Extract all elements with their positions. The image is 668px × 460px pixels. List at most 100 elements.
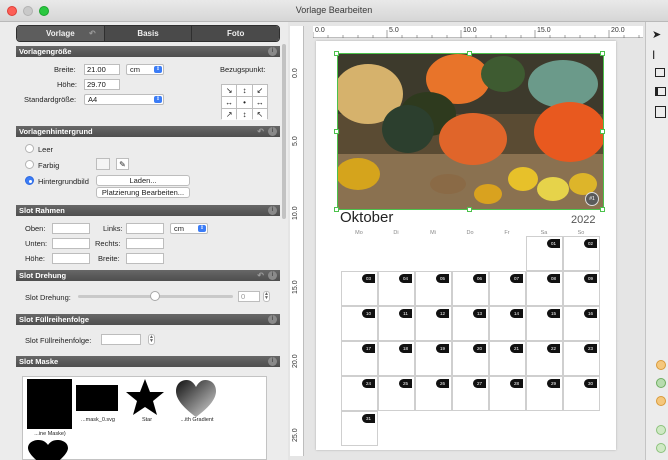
resize-handle[interactable] bbox=[600, 51, 605, 56]
calendar-day-cell[interactable]: 18 bbox=[378, 341, 415, 376]
undo-tool-icon[interactable] bbox=[656, 425, 666, 435]
fill-order-stepper[interactable]: ▲ ▼ bbox=[148, 334, 155, 345]
tab-basis[interactable]: Basis bbox=[104, 26, 193, 41]
resize-handle[interactable] bbox=[334, 51, 339, 56]
section-header-frame[interactable]: Slot Rahmen i bbox=[16, 205, 280, 216]
info-icon[interactable]: i bbox=[268, 271, 277, 280]
ref-center-icon[interactable]: • bbox=[237, 97, 252, 108]
width-field[interactable]: 21.00 bbox=[84, 64, 120, 75]
fill-order-field[interactable] bbox=[101, 334, 141, 345]
standard-size-select[interactable]: A4 ⇕ bbox=[84, 94, 164, 105]
resize-handle[interactable] bbox=[600, 207, 605, 212]
resize-handle[interactable] bbox=[334, 129, 339, 134]
frame-width-field[interactable] bbox=[126, 253, 164, 264]
calendar-day-cell[interactable]: 25 bbox=[378, 376, 415, 411]
ref-arrow-icon[interactable]: ↕ bbox=[237, 109, 252, 120]
frame-unit-select[interactable]: cm ⇕ bbox=[170, 223, 208, 234]
frame-top-field[interactable] bbox=[52, 223, 90, 234]
info-icon[interactable]: i bbox=[268, 127, 277, 136]
calendar-day-cell[interactable]: 08 bbox=[526, 271, 563, 306]
calendar-day-cell[interactable]: 09 bbox=[563, 271, 600, 306]
rectangle-tool-icon[interactable] bbox=[655, 68, 665, 77]
calendar-day-cell[interactable]: 28 bbox=[489, 376, 526, 411]
calendar-day-cell[interactable]: 17 bbox=[341, 341, 378, 376]
redo-tool-icon[interactable] bbox=[656, 443, 666, 453]
info-icon[interactable]: i bbox=[268, 315, 277, 324]
ref-arrow-icon[interactable]: ↘ bbox=[222, 85, 237, 96]
calendar-day-cell[interactable]: 15 bbox=[526, 306, 563, 341]
mask-thumb-rect[interactable] bbox=[76, 385, 118, 411]
info-icon[interactable]: i bbox=[268, 47, 277, 56]
columns-tool-icon[interactable] bbox=[655, 87, 666, 96]
resize-handle[interactable] bbox=[467, 51, 472, 56]
star-mask-icon[interactable] bbox=[125, 378, 165, 416]
calendar-day-cell[interactable]: 04 bbox=[378, 271, 415, 306]
calendar-day-cell[interactable]: 11 bbox=[378, 306, 415, 341]
zoom-out-icon[interactable] bbox=[656, 396, 666, 406]
photo-slot[interactable] bbox=[337, 53, 604, 210]
calendar-day-cell[interactable]: 05 bbox=[415, 271, 452, 306]
info-icon[interactable]: i bbox=[268, 206, 277, 215]
calendar-day-cell[interactable]: 23 bbox=[563, 341, 600, 376]
resize-handle[interactable] bbox=[467, 207, 472, 212]
calendar-day-cell[interactable]: 06 bbox=[452, 271, 489, 306]
text-tool-icon[interactable]: I bbox=[652, 48, 655, 62]
calendar-day-cell[interactable]: 29 bbox=[526, 376, 563, 411]
ref-arrow-icon[interactable]: ↔ bbox=[252, 97, 267, 108]
frame-right-field[interactable] bbox=[126, 238, 164, 249]
calendar-day-cell[interactable]: 27 bbox=[452, 376, 489, 411]
calendar-day-cell[interactable]: 22 bbox=[526, 341, 563, 376]
ref-arrow-icon[interactable]: ↔ bbox=[222, 97, 237, 108]
unit-select[interactable]: cm ⇕ bbox=[126, 64, 164, 75]
section-header-size[interactable]: Vorlagengröße i bbox=[16, 46, 280, 57]
info-icon[interactable]: i bbox=[268, 357, 277, 366]
color-swatch[interactable] bbox=[96, 158, 110, 170]
background-empty-radio[interactable] bbox=[25, 144, 34, 153]
background-color-radio[interactable] bbox=[25, 160, 34, 169]
section-header-fill-order[interactable]: Slot Füllreihenfolge i bbox=[16, 314, 280, 325]
frame-bottom-field[interactable] bbox=[52, 238, 90, 249]
ref-arrow-icon[interactable]: ↙ bbox=[252, 85, 267, 96]
left-panel-scroll-thumb[interactable] bbox=[282, 44, 286, 219]
eyedropper-icon[interactable]: ✎ bbox=[116, 158, 129, 170]
resize-handle[interactable] bbox=[600, 129, 605, 134]
heart-mask-icon[interactable] bbox=[27, 439, 69, 460]
calendar-day-cell[interactable]: 01 bbox=[526, 236, 563, 271]
zoom-in-icon[interactable] bbox=[656, 360, 666, 370]
calendar-day-cell[interactable]: 13 bbox=[452, 306, 489, 341]
calendar-day-cell[interactable]: 16 bbox=[563, 306, 600, 341]
calendar-day-cell[interactable]: 10 bbox=[341, 306, 378, 341]
section-header-rotation[interactable]: Slot Drehung ↶ i bbox=[16, 270, 280, 281]
frame-left-field[interactable] bbox=[126, 223, 164, 234]
calendar-day-cell[interactable]: 14 bbox=[489, 306, 526, 341]
ref-arrow-icon[interactable]: ↖ bbox=[252, 109, 267, 120]
resize-handle[interactable] bbox=[334, 207, 339, 212]
background-image-radio[interactable] bbox=[25, 176, 34, 185]
zoom-fit-icon[interactable] bbox=[656, 378, 666, 388]
calendar-day-cell[interactable]: 12 bbox=[415, 306, 452, 341]
load-button[interactable]: Laden... bbox=[96, 175, 190, 186]
calendar-day-cell[interactable]: 07 bbox=[489, 271, 526, 306]
rotation-value-field[interactable]: 0 bbox=[238, 291, 260, 302]
undo-icon[interactable]: ↶ bbox=[257, 127, 264, 136]
calendar-day-cell[interactable]: 24 bbox=[341, 376, 378, 411]
section-header-mask[interactable]: Slot Maske i bbox=[16, 356, 280, 367]
rotation-slider-thumb[interactable] bbox=[150, 291, 160, 301]
calendar-day-cell[interactable]: 19 bbox=[415, 341, 452, 376]
calendar-day-cell[interactable]: 30 bbox=[563, 376, 600, 411]
edit-placement-button[interactable]: Platzierung Bearbeiten... bbox=[96, 187, 190, 198]
ref-arrow-icon[interactable]: ↕ bbox=[237, 85, 252, 96]
calendar-day-cell[interactable]: 31 bbox=[341, 411, 378, 446]
rotation-stepper[interactable]: ▲ ▼ bbox=[263, 291, 270, 302]
undo-icon[interactable]: ↶ bbox=[257, 271, 264, 280]
calendar-day-cell[interactable]: 20 bbox=[452, 341, 489, 376]
undo-icon[interactable]: ↶ bbox=[89, 29, 96, 38]
frame-height-field[interactable] bbox=[52, 253, 90, 264]
height-field[interactable]: 29.70 bbox=[84, 79, 120, 90]
calendar-tool-icon[interactable] bbox=[655, 106, 666, 118]
pointer-tool-icon[interactable]: ➤ bbox=[652, 28, 661, 41]
heart-gradient-icon[interactable] bbox=[175, 379, 217, 419]
calendar-day-cell[interactable]: 21 bbox=[489, 341, 526, 376]
tab-vorlage[interactable]: Vorlage ↶ bbox=[17, 26, 105, 41]
mask-thumb-none[interactable] bbox=[27, 379, 72, 429]
